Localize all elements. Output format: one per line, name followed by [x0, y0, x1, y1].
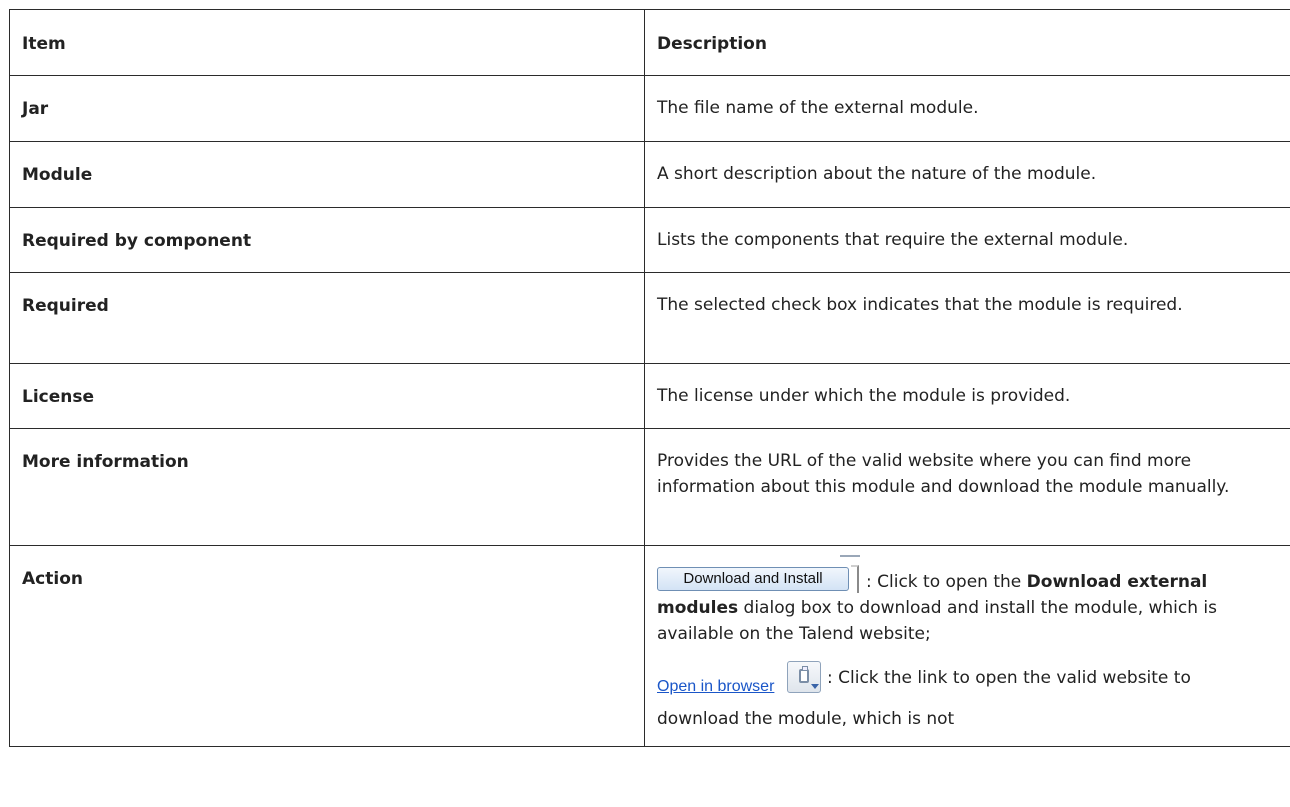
column-header-description: Description — [644, 9, 1290, 76]
row-description: Provides the URL of the valid website wh… — [644, 428, 1290, 546]
row-item-license: License — [9, 363, 645, 429]
row-item-more-information: More information — [9, 428, 645, 546]
row-item-module: Module — [9, 141, 645, 208]
table-row-action: Action Download and Install : Click to op… — [9, 545, 1290, 747]
table-header-row: Item Description — [9, 9, 1290, 76]
row-description: The license under which the module is pr… — [644, 363, 1290, 429]
table-row: Module A short description about the nat… — [9, 141, 1290, 208]
column-header-item: Item — [9, 9, 645, 76]
table-row: Jar The file name of the external module… — [9, 75, 1290, 142]
row-description: The selected check box indicates that th… — [644, 272, 1290, 364]
row-item-required: Required — [9, 272, 645, 364]
table-row: Required The selected check box indicate… — [9, 272, 1290, 364]
row-description: Lists the components that require the ex… — [644, 207, 1290, 273]
row-description-action: Download and Install: Click to open the … — [644, 545, 1290, 747]
table-row: More information Provides the URL of the… — [9, 428, 1290, 546]
table-row: Required by component Lists the componen… — [9, 207, 1290, 273]
action-text-prefix: : Click to open the — [866, 572, 1027, 592]
table-row: License The license under which the modu… — [9, 363, 1290, 429]
download-and-install-button-label: Download and Install — [657, 567, 849, 591]
row-item-jar: Jar — [9, 75, 645, 142]
row-item-action: Action — [9, 545, 645, 747]
action-paragraph-download: Download and Install: Click to open the … — [657, 555, 1278, 647]
jar-download-icon[interactable] — [787, 661, 821, 693]
open-in-browser-link[interactable]: Open in browser — [657, 676, 787, 706]
row-description: A short description about the nature of … — [644, 141, 1290, 208]
action-paragraph-open: Open in browser: Click the link to open … — [657, 661, 1278, 732]
modules-table: Item Description Jar The file name of th… — [9, 9, 1290, 747]
action-text-suffix: dialog box to download and install the m… — [657, 598, 1218, 644]
row-description: The file name of the external module. — [644, 75, 1290, 142]
row-item-required-by-component: Required by component — [9, 207, 645, 273]
download-and-install-button[interactable]: Download and Install — [657, 555, 862, 593]
